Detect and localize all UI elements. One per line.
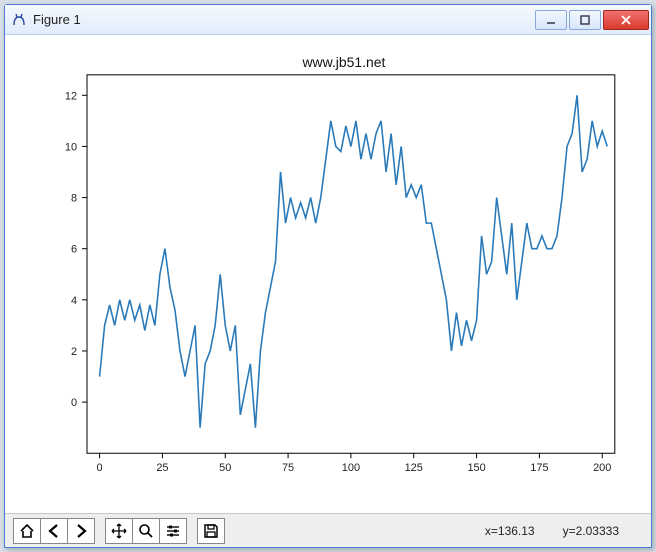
minimize-button[interactable] — [535, 10, 567, 30]
io-group — [197, 518, 225, 544]
chart-title: www.jb51.net — [301, 54, 385, 70]
svg-text:6: 6 — [71, 244, 77, 256]
chart-svg: www.jb51.net 0 25 50 75 100 125 150 175 200 0 2 4 6… — [5, 35, 651, 513]
close-button[interactable] — [603, 10, 649, 30]
status-y: y=2.03333 — [563, 524, 619, 538]
home-button[interactable] — [13, 518, 41, 544]
app-icon — [11, 12, 27, 28]
svg-text:0: 0 — [71, 397, 77, 409]
forward-button[interactable] — [67, 518, 95, 544]
titlebar: Figure 1 — [5, 5, 651, 35]
pan-button[interactable] — [105, 518, 133, 544]
window-title: Figure 1 — [33, 12, 533, 27]
toolbar: x=136.13 y=2.03333 — [5, 513, 651, 547]
back-button[interactable] — [40, 518, 68, 544]
figure-window: Figure 1 www.jb51.net 025507510012515017… — [4, 4, 652, 548]
svg-text:12: 12 — [65, 90, 77, 102]
svg-text:150: 150 — [467, 462, 485, 474]
maximize-button[interactable] — [569, 10, 601, 30]
svg-text:25: 25 — [156, 462, 168, 474]
configure-button[interactable] — [159, 518, 187, 544]
svg-text:2: 2 — [71, 346, 77, 358]
nav-group — [13, 518, 95, 544]
svg-text:200: 200 — [593, 462, 611, 474]
svg-text:100: 100 — [342, 462, 360, 474]
x-ticks: 0 25 50 75 100 125 150 175 200 — [97, 453, 612, 474]
svg-text:175: 175 — [530, 462, 548, 474]
zoom-button[interactable] — [132, 518, 160, 544]
svg-text:125: 125 — [405, 462, 423, 474]
view-group — [105, 518, 187, 544]
svg-text:75: 75 — [282, 462, 294, 474]
svg-text:50: 50 — [219, 462, 231, 474]
save-button[interactable] — [197, 518, 225, 544]
svg-text:10: 10 — [65, 141, 77, 153]
plot-area[interactable]: www.jb51.net 0 25 50 75 100 125 150 175 200 0 2 4 6… — [5, 35, 651, 513]
y-ticks: 0 2 4 6 8 10 12 — [65, 90, 87, 409]
status-x: x=136.13 — [485, 524, 535, 538]
line-series — [100, 95, 608, 427]
status-readout: x=136.13 y=2.03333 — [485, 524, 643, 538]
svg-text:4: 4 — [71, 295, 77, 307]
svg-text:0: 0 — [97, 462, 103, 474]
svg-text:8: 8 — [71, 193, 77, 205]
